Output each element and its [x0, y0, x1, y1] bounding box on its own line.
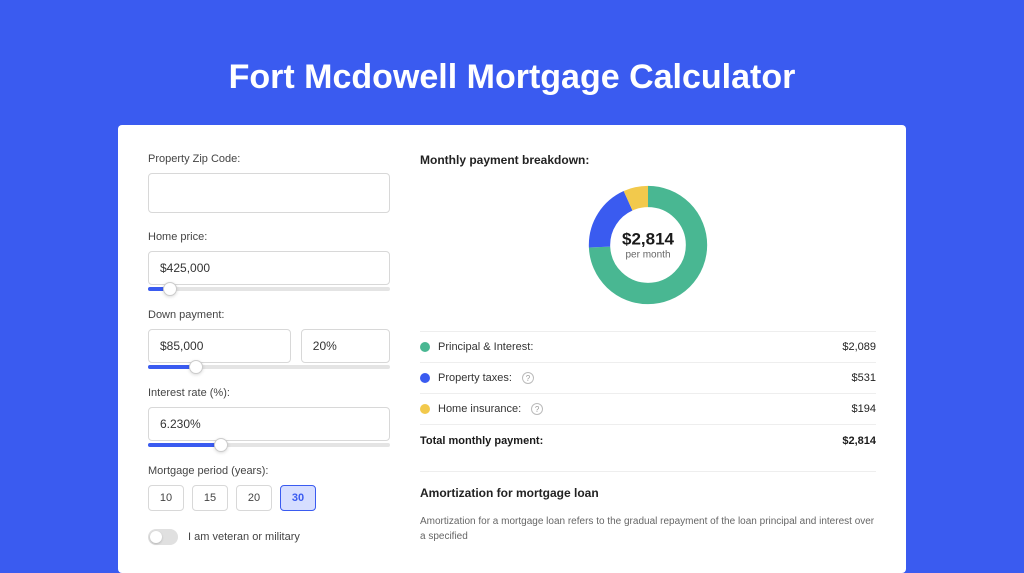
rate-slider[interactable]: [148, 443, 390, 447]
legend-label: Principal & Interest:: [438, 341, 533, 353]
total-label: Total monthly payment:: [420, 435, 543, 447]
period-group: Mortgage period (years): 10 15 20 30: [148, 465, 390, 511]
hero: Fort Mcdowell Mortgage Calculator: [0, 0, 1024, 97]
legend-property-taxes: Property taxes: ? $531: [420, 362, 876, 393]
veteran-toggle[interactable]: [148, 529, 178, 545]
zip-input[interactable]: [148, 173, 390, 213]
legend-amount: $531: [852, 372, 876, 384]
legend-label: Property taxes:: [438, 372, 512, 384]
calculator-card: Property Zip Code: Home price: Down paym…: [118, 125, 906, 573]
veteran-row: I am veteran or military: [148, 529, 390, 545]
info-icon[interactable]: ?: [522, 372, 534, 384]
period-btn-10[interactable]: 10: [148, 485, 184, 511]
form-panel: Property Zip Code: Home price: Down paym…: [148, 153, 390, 545]
down-label: Down payment:: [148, 309, 390, 321]
legend-home-insurance: Home insurance: ? $194: [420, 393, 876, 424]
rate-group: Interest rate (%):: [148, 387, 390, 447]
price-group: Home price:: [148, 231, 390, 291]
price-label: Home price:: [148, 231, 390, 243]
dot-icon: [420, 342, 430, 352]
amortization-block: Amortization for mortgage loan Amortizat…: [420, 471, 876, 544]
rate-input[interactable]: [148, 407, 390, 441]
legend-principal-interest: Principal & Interest: $2,089: [420, 331, 876, 362]
total-row: Total monthly payment: $2,814: [420, 424, 876, 457]
veteran-label: I am veteran or military: [188, 531, 300, 543]
period-options: 10 15 20 30: [148, 485, 390, 511]
breakdown-panel: Monthly payment breakdown: $2,814 per mo…: [420, 153, 876, 545]
price-input[interactable]: [148, 251, 390, 285]
legend-amount: $194: [852, 403, 876, 415]
page-title: Fort Mcdowell Mortgage Calculator: [0, 58, 1024, 97]
legend-label: Home insurance:: [438, 403, 521, 415]
rate-label: Interest rate (%):: [148, 387, 390, 399]
legend-amount: $2,089: [842, 341, 876, 353]
rate-slider-thumb[interactable]: [214, 438, 228, 452]
rate-slider-fill: [148, 443, 221, 447]
dot-icon: [420, 404, 430, 414]
down-slider-thumb[interactable]: [189, 360, 203, 374]
amortization-title: Amortization for mortgage loan: [420, 486, 876, 500]
amortization-text: Amortization for a mortgage loan refers …: [420, 514, 876, 544]
zip-label: Property Zip Code:: [148, 153, 390, 165]
dot-icon: [420, 373, 430, 383]
info-icon[interactable]: ?: [531, 403, 543, 415]
down-amount-input[interactable]: [148, 329, 291, 363]
donut-center: $2,814 per month: [622, 230, 674, 261]
period-label: Mortgage period (years):: [148, 465, 390, 477]
total-amount: $2,814: [842, 435, 876, 447]
breakdown-title: Monthly payment breakdown:: [420, 153, 876, 167]
donut-chart: $2,814 per month: [584, 181, 712, 309]
down-slider[interactable]: [148, 365, 390, 369]
price-slider-thumb[interactable]: [163, 282, 177, 296]
down-group: Down payment:: [148, 309, 390, 369]
donut-chart-wrap: $2,814 per month: [420, 181, 876, 309]
down-pct-input[interactable]: [301, 329, 390, 363]
period-btn-15[interactable]: 15: [192, 485, 228, 511]
period-btn-30[interactable]: 30: [280, 485, 316, 511]
price-slider[interactable]: [148, 287, 390, 291]
period-btn-20[interactable]: 20: [236, 485, 272, 511]
zip-group: Property Zip Code:: [148, 153, 390, 213]
donut-sub: per month: [622, 250, 674, 261]
donut-amount: $2,814: [622, 230, 674, 250]
